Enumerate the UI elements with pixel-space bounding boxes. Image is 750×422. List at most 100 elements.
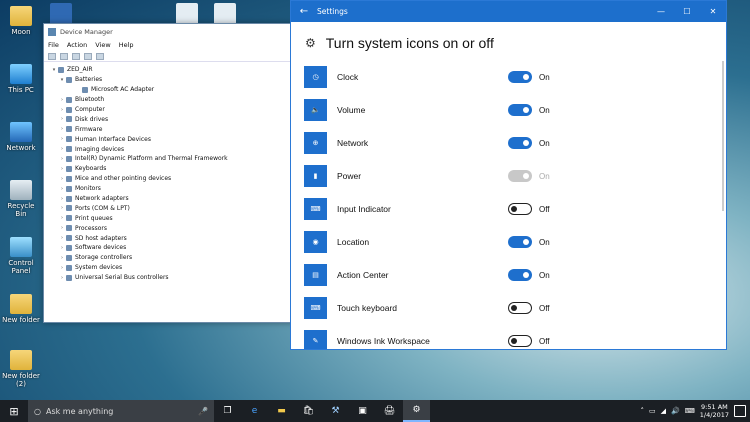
chevron-up-icon[interactable]: ˄ xyxy=(640,407,644,415)
toggle-switch[interactable] xyxy=(508,203,532,215)
window-app-icon[interactable]: ▣ xyxy=(349,400,376,422)
device-category-icon xyxy=(66,205,72,212)
keyboard-tray-icon[interactable]: ⌨ xyxy=(685,407,695,415)
device-manager-title: Device Manager xyxy=(60,27,113,36)
tree-item-label: ZED_AIR xyxy=(67,66,93,74)
tree-item[interactable]: › Imaging devices xyxy=(50,144,294,154)
tree-item[interactable]: › Bluetooth xyxy=(50,95,294,105)
chevron-icon: › xyxy=(61,165,63,172)
task-view-icon[interactable]: ❐ xyxy=(214,400,241,422)
toggle-row-windows-ink-workspace: ✎ Windows Ink Workspace Off xyxy=(304,330,714,349)
scrollbar[interactable] xyxy=(722,61,724,211)
toggle-switch[interactable] xyxy=(508,104,532,116)
back-arrow-icon[interactable]: ← xyxy=(291,1,317,22)
toggle-knob xyxy=(511,305,517,311)
chevron-icon: › xyxy=(61,274,63,281)
tree-item[interactable]: › Mice and other pointing devices xyxy=(50,174,294,184)
tree-item-label: Disk drives xyxy=(75,115,109,123)
tree-item[interactable]: › Processors xyxy=(50,223,294,233)
tree-item[interactable]: › Computer xyxy=(50,105,294,115)
toggle-knob xyxy=(523,107,529,113)
tree-item[interactable]: › Storage controllers xyxy=(50,253,294,263)
toggle-switch[interactable] xyxy=(508,269,532,281)
search-box[interactable]: ○ Ask me anything 🎤 xyxy=(28,400,214,422)
microphone-icon[interactable]: 🎤 xyxy=(198,407,208,416)
tree-item[interactable]: › Universal Serial Bus controllers xyxy=(50,273,294,283)
tree-item-label: Network adapters xyxy=(75,195,129,203)
tree-item[interactable]: › Intel(R) Dynamic Platform and Thermal F… xyxy=(50,154,294,164)
tools-app-icon[interactable]: ⚒ xyxy=(322,400,349,422)
desktop-icon-moon[interactable]: Moon xyxy=(2,6,40,36)
menu-action[interactable]: Action xyxy=(67,41,87,49)
folder-icon xyxy=(10,6,32,26)
settings-taskbar-icon[interactable]: ⚙ xyxy=(403,400,430,422)
forward-arrow-icon[interactable] xyxy=(60,52,68,60)
volume-tray-icon[interactable]: 🔊 xyxy=(671,407,680,415)
device-category-icon xyxy=(58,66,64,73)
toggle-switch[interactable] xyxy=(508,335,532,347)
toggle-row-action-center: ▤ Action Center On xyxy=(304,264,714,286)
tree-item[interactable]: › Software devices xyxy=(50,243,294,253)
desktop-icon-network[interactable]: Network xyxy=(2,122,40,152)
minimize-icon[interactable]: — xyxy=(648,1,674,22)
file-explorer-icon[interactable]: ▬ xyxy=(268,400,295,422)
tree-item[interactable]: ▾ ZED_AIR xyxy=(50,65,294,75)
device-category-icon xyxy=(66,244,72,251)
gear-icon: ⚙ xyxy=(305,36,316,50)
chevron-icon: › xyxy=(61,96,63,103)
device-manager-window: Device Manager File Action View Help ▾ ZE… xyxy=(43,23,295,323)
battery-icon[interactable]: ▭ xyxy=(649,407,656,415)
menu-help[interactable]: Help xyxy=(119,41,134,49)
tree-item[interactable]: › Ports (COM & LPT) xyxy=(50,203,294,213)
computer-icon xyxy=(10,64,32,84)
toggle-switch[interactable] xyxy=(508,137,532,149)
tree-item-label: Microsoft AC Adapter xyxy=(91,86,155,94)
toggle-switch[interactable] xyxy=(508,71,532,83)
toggle-row-location: ◉ Location On xyxy=(304,231,714,253)
action-center-tray-icon[interactable] xyxy=(734,405,746,417)
toggle-switch[interactable] xyxy=(508,236,532,248)
menu-file[interactable]: File xyxy=(48,41,59,49)
chevron-icon: › xyxy=(61,185,63,192)
tree-item[interactable]: › Print queues xyxy=(50,213,294,223)
maximize-icon[interactable]: ☐ xyxy=(674,1,700,22)
desktop-icon-control-panel[interactable]: Control Panel xyxy=(2,237,40,275)
close-icon[interactable]: ✕ xyxy=(700,1,726,22)
toggle-state: Off xyxy=(539,303,550,313)
tree-item[interactable]: › Firmware xyxy=(50,124,294,134)
desktop-icon-recycle-bin[interactable]: Recycle Bin xyxy=(2,180,40,218)
device-category-icon xyxy=(66,215,72,222)
tree-item[interactable]: › System devices xyxy=(50,263,294,273)
monitor-icon[interactable] xyxy=(96,52,104,60)
desktop-icon-this-pc[interactable]: This PC xyxy=(2,64,40,94)
device-manager-menubar: File Action View Help xyxy=(44,39,294,51)
toggle-switch[interactable] xyxy=(508,302,532,314)
properties-icon[interactable] xyxy=(72,52,80,60)
tree-item[interactable]: › Keyboards xyxy=(50,164,294,174)
menu-view[interactable]: View xyxy=(95,41,110,49)
device-manager-titlebar[interactable]: Device Manager xyxy=(44,24,294,39)
tree-item[interactable]: ▾ Batteries xyxy=(50,75,294,85)
desktop-icon-new-folder-2[interactable]: New folder (2) xyxy=(2,350,40,388)
toggle-knob xyxy=(523,74,529,80)
toggle-knob xyxy=(523,173,529,179)
tree-item[interactable]: › Human Interface Devices xyxy=(50,134,294,144)
tree-item-label: Universal Serial Bus controllers xyxy=(75,274,169,282)
help-icon[interactable] xyxy=(84,52,92,60)
device-manager-taskbar-icon[interactable]: 🖨 xyxy=(376,400,403,422)
clock[interactable]: 9:51 AM 1/4/2017 xyxy=(700,403,729,419)
network-tray-icon[interactable]: ◢ xyxy=(661,407,666,415)
tree-item[interactable]: Microsoft AC Adapter xyxy=(50,85,294,95)
store-icon[interactable]: 🛍 xyxy=(295,400,322,422)
folder-icon xyxy=(10,294,32,314)
settings-titlebar[interactable]: ← Settings — ☐ ✕ xyxy=(291,1,726,22)
tree-item[interactable]: › Disk drives xyxy=(50,114,294,124)
windows-logo-icon[interactable]: ⊞ xyxy=(0,400,28,422)
tree-item[interactable]: › SD host adapters xyxy=(50,233,294,243)
tree-item[interactable]: › Monitors xyxy=(50,184,294,194)
edge-browser-icon[interactable]: e xyxy=(241,400,268,422)
tree-item[interactable]: › Network adapters xyxy=(50,194,294,204)
tree-item-label: Intel(R) Dynamic Platform and Thermal Fr… xyxy=(75,155,228,163)
back-arrow-icon[interactable] xyxy=(48,52,56,60)
desktop-icon-new-folder[interactable]: New folder xyxy=(2,294,40,324)
